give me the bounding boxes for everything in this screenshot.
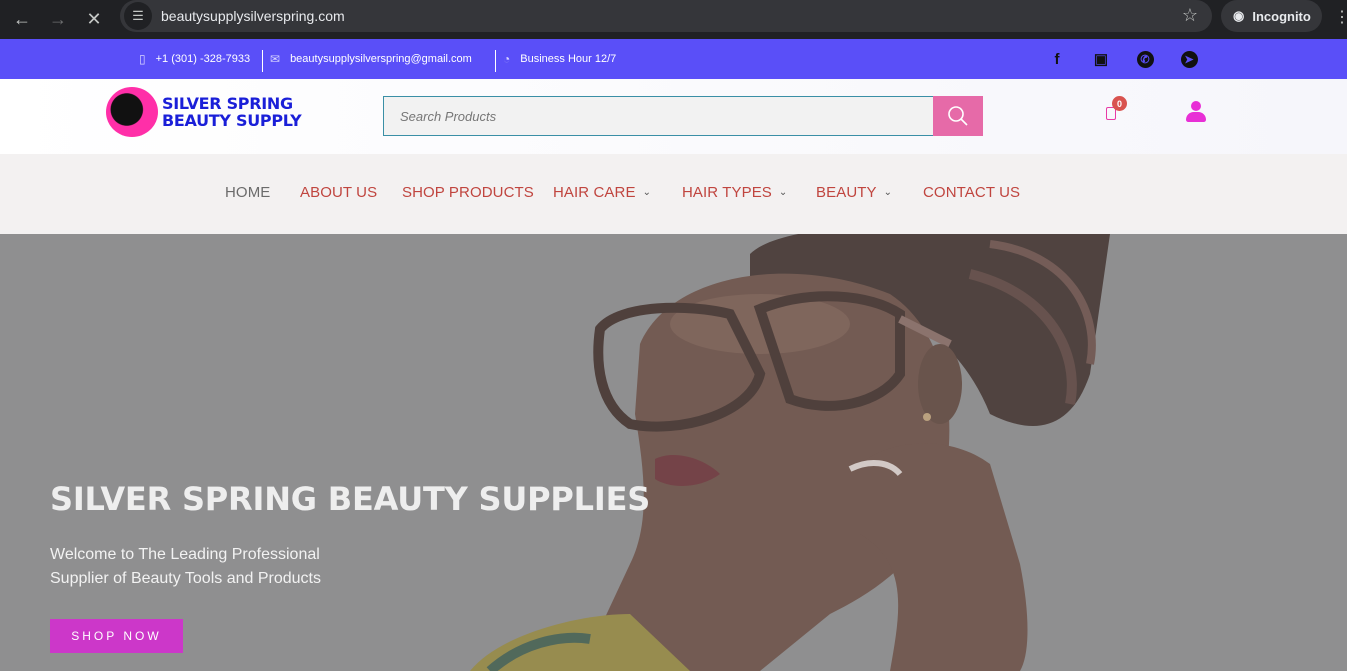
incognito-badge[interactable]: ◉ Incognito xyxy=(1221,0,1322,32)
site-info-icon[interactable]: ☰ xyxy=(124,2,152,30)
incognito-label: Incognito xyxy=(1252,8,1311,24)
chevron-down-icon: ⌄ xyxy=(642,187,652,198)
cart-button[interactable]: 0 xyxy=(1106,96,1127,121)
email-text[interactable]: beautysupplysilverspring@gmail.com xyxy=(290,53,472,65)
nav-item-hair-care[interactable]: HAIR CARE ⌄ xyxy=(553,184,651,201)
search-input[interactable] xyxy=(383,96,934,136)
search-icon xyxy=(948,106,968,126)
whatsapp-icon[interactable]: ✆ xyxy=(1134,48,1156,70)
nav-item-label: HAIR TYPES xyxy=(682,184,772,201)
stop-loading-icon[interactable]: ✕ xyxy=(76,5,112,35)
search-button[interactable] xyxy=(933,96,983,136)
user-icon xyxy=(1191,101,1201,111)
logo-line-1: SILVER SPRING xyxy=(162,94,293,113)
product-search xyxy=(383,96,983,136)
address-bar[interactable]: ☰ beautysupplysilverspring.com ☆ xyxy=(120,0,1212,32)
email-icon: ✉ xyxy=(270,52,281,66)
divider xyxy=(262,50,263,72)
incognito-icon: ◉ xyxy=(1233,8,1245,23)
chevron-down-icon: ⌄ xyxy=(883,187,893,198)
nav-item-label: HAIR CARE xyxy=(553,184,636,201)
back-icon[interactable]: ← xyxy=(4,5,40,35)
hero-banner: SILVER SPRING BEAUTY SUPPLIES Welcome to… xyxy=(0,234,1347,671)
nav-item-label: ABOUT US xyxy=(300,184,378,201)
nav-item-beauty[interactable]: BEAUTY ⌄ xyxy=(816,184,892,201)
nav-item-shop-products[interactable]: SHOP PRODUCTS xyxy=(402,184,534,201)
instagram-icon[interactable]: ▣ xyxy=(1090,48,1112,70)
browser-toolbar: ← → ✕ ☰ beautysupplysilverspring.com ☆ ◉… xyxy=(0,0,1347,39)
shop-now-button[interactable]: SHOP NOW xyxy=(50,619,183,653)
hero-portrait-image xyxy=(430,234,1130,671)
nav-item-home[interactable]: HOME xyxy=(225,184,270,201)
nav-item-contact-us[interactable]: CONTACT US xyxy=(923,184,1020,201)
phone-icon: ▯ xyxy=(139,52,146,66)
bookmark-star-icon[interactable]: ☆ xyxy=(1182,5,1198,26)
telegram-icon[interactable]: ➤ xyxy=(1178,48,1200,70)
cart-count-badge: 0 xyxy=(1112,96,1127,111)
hero-subtitle: Welcome to The Leading Professional Supp… xyxy=(50,543,321,591)
chevron-down-icon: ⌄ xyxy=(778,187,788,198)
phone-info[interactable]: ▯ +1 (301) -328-7933 xyxy=(139,39,250,79)
hero-subtitle-line-2: Supplier of Beauty Tools and Products xyxy=(50,570,321,587)
nav-item-label: SHOP PRODUCTS xyxy=(402,184,534,201)
nav-item-about-us[interactable]: ABOUT US xyxy=(300,184,377,201)
url-text[interactable]: beautysupplysilverspring.com xyxy=(161,8,345,24)
nav-item-label: HOME xyxy=(225,184,271,201)
user-icon-body xyxy=(1186,112,1206,122)
browser-menu-icon[interactable]: ⋮ xyxy=(1334,7,1347,27)
divider xyxy=(495,50,496,72)
top-info-bar: ▯ +1 (301) -328-7933 ✉ beautysupplysilve… xyxy=(0,39,1347,79)
forward-icon[interactable]: → xyxy=(40,5,76,35)
clock-icon: ◔ xyxy=(503,52,511,66)
logo-mark xyxy=(106,87,158,137)
email-info[interactable]: ✉ beautysupplysilverspring@gmail.com xyxy=(270,39,472,79)
logo-text: SILVER SPRING BEAUTY SUPPLY xyxy=(162,94,302,130)
facebook-icon[interactable]: f xyxy=(1046,48,1068,70)
site-header: SILVER SPRING BEAUTY SUPPLY 0 xyxy=(0,79,1347,154)
hero-title: SILVER SPRING BEAUTY SUPPLIES xyxy=(50,480,651,518)
social-links: f ▣ ✆ ➤ xyxy=(1046,39,1222,79)
site-logo[interactable]: SILVER SPRING BEAUTY SUPPLY xyxy=(106,87,302,137)
nav-item-hair-types[interactable]: HAIR TYPES ⌄ xyxy=(682,184,787,201)
hero-subtitle-line-1: Welcome to The Leading Professional xyxy=(50,546,320,563)
hours-text: Business Hour 12/7 xyxy=(520,53,617,65)
main-navigation: HOME ABOUT US SHOP PRODUCTS HAIR CARE ⌄ … xyxy=(0,154,1347,234)
logo-line-2: BEAUTY SUPPLY xyxy=(162,111,302,130)
phone-text[interactable]: +1 (301) -328-7933 xyxy=(156,53,250,65)
account-button[interactable] xyxy=(1185,101,1207,123)
nav-item-label: BEAUTY xyxy=(816,184,877,201)
hours-info: ◔ Business Hour 12/7 xyxy=(503,39,616,79)
nav-item-label: CONTACT US xyxy=(923,184,1021,201)
